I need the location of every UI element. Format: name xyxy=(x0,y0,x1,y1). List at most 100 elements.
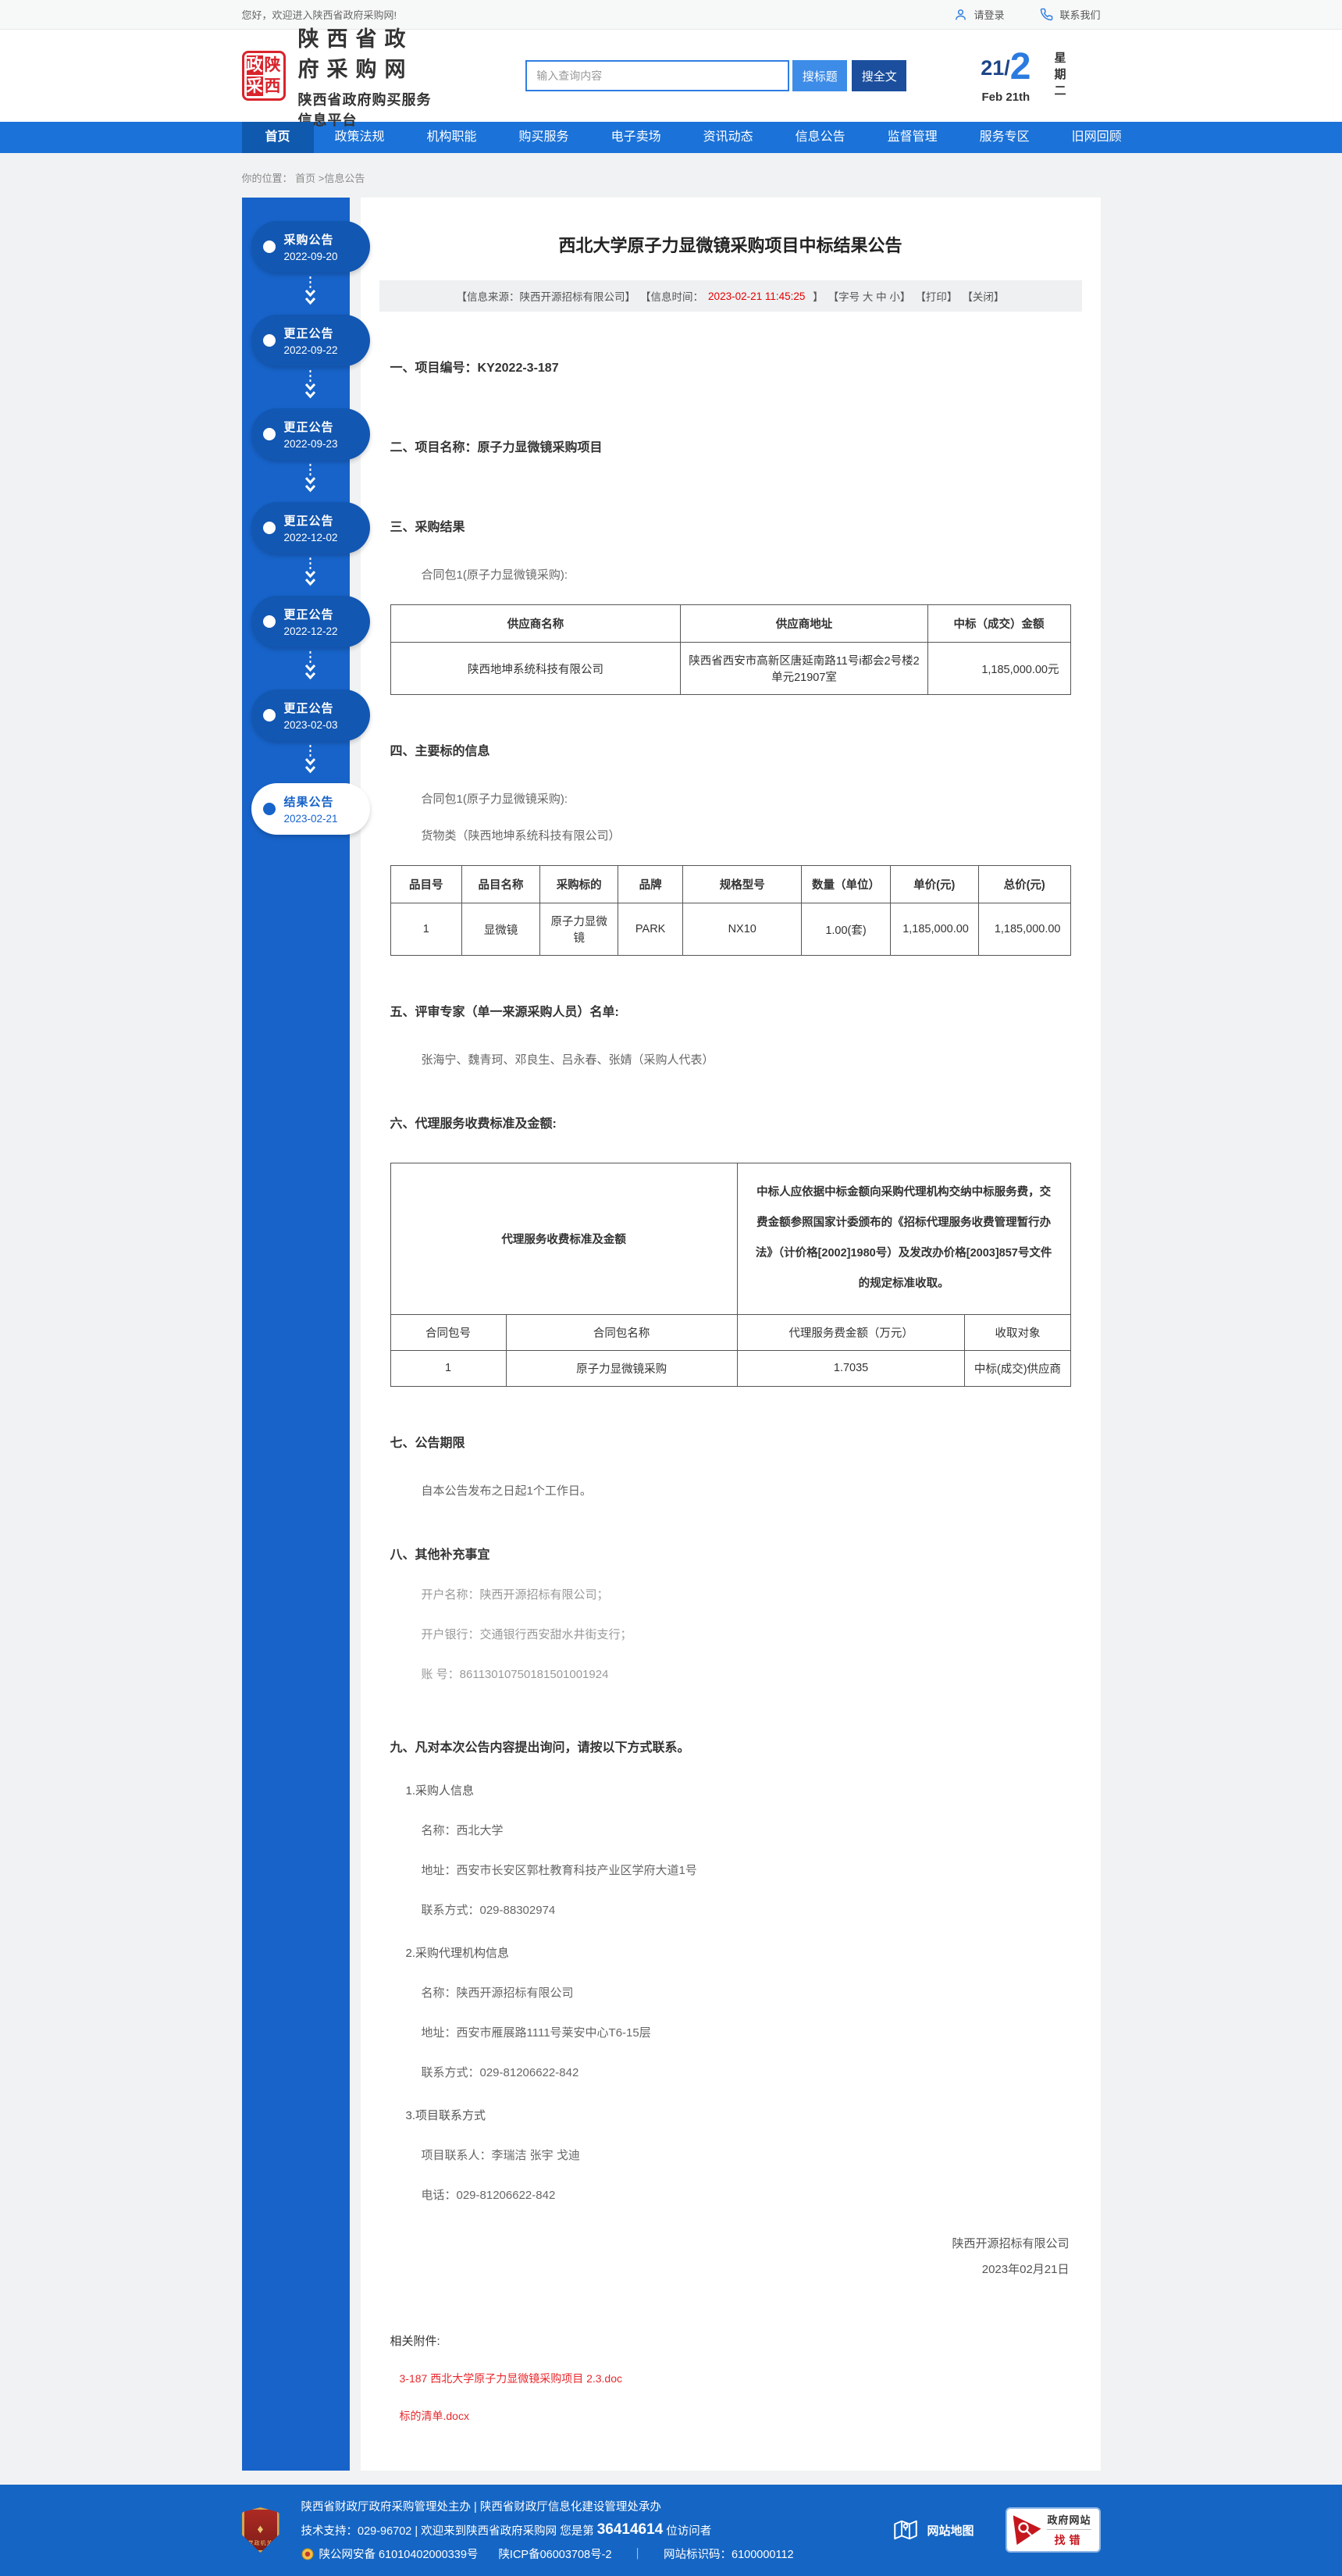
icp-record[interactable]: 陕ICP备06003708号-2 xyxy=(498,2546,611,2562)
nav-item-announcements[interactable]: 信息公告 xyxy=(774,122,867,153)
user-icon xyxy=(954,8,967,21)
timeline-date: 2022-12-22 xyxy=(284,625,370,637)
buyer-phone: 联系方式：029-88302974 xyxy=(390,1901,1071,1918)
contact-link[interactable]: 联系我们 xyxy=(1040,7,1100,22)
government-shield-badge: ♦ 党政机关 xyxy=(242,2507,279,2553)
timeline-item-purchase-notice[interactable]: 采购公告 2022-09-20 xyxy=(251,221,370,273)
bank-account-number: 账 号：86113010750181501001924 xyxy=(390,1666,1071,1682)
find-error-flag-icon xyxy=(1013,2515,1041,2545)
table-header: 合同包号 xyxy=(390,1314,506,1350)
search-title-button[interactable]: 搜标题 xyxy=(792,60,847,91)
login-link[interactable]: 请登录 xyxy=(954,7,1004,22)
table-row: 陕西地坤系统科技有限公司 陕西省西安市高新区唐延南路11号i都会2号楼2单元21… xyxy=(390,643,1070,695)
bank-account-name: 开户名称：陕西开源招标有限公司； xyxy=(390,1586,1071,1602)
agency-info-title: 2.采购代理机构信息 xyxy=(390,1944,1071,1961)
torch-emblem-icon: ♦ xyxy=(257,2524,263,2536)
timeline-label: 更正公告 xyxy=(284,325,370,341)
site-title: 陕西省政府采购网 xyxy=(298,22,440,83)
supplier-address: 陕西省西安市高新区唐延南路11号i都会2号楼2单元21907室 xyxy=(681,643,927,695)
site-header: 政 陕 采 西 陕西省政府采购网 陕西省政府购买服务信息平台 搜标题 搜全文 2… xyxy=(0,30,1342,122)
article-meta-bar: 【信息来源：陕西开源招标有限公司】 【信息时间：2023-02-21 11:45… xyxy=(379,280,1082,312)
nav-item-supervision[interactable]: 监督管理 xyxy=(867,122,959,153)
nav-item-service-zone[interactable]: 服务专区 xyxy=(959,122,1051,153)
nav-item-e-market[interactable]: 电子卖场 xyxy=(590,122,682,153)
section1-heading: 一、项目编号： xyxy=(390,362,478,375)
table-row: 1 显微镜 原子力显微镜 PARK NX10 1.00(套) 1,185,000… xyxy=(390,903,1070,956)
search-zone: 搜标题 搜全文 xyxy=(525,60,906,91)
breadcrumb: 你的位置： 首页 >信息公告 xyxy=(242,153,1101,198)
map-icon xyxy=(894,2518,917,2542)
nav-item-old-site[interactable]: 旧网回顾 xyxy=(1051,122,1143,153)
fee-payer: 中标(成交)供应商 xyxy=(965,1350,1070,1386)
meta-source: 【信息来源：陕西开源招标有限公司】 xyxy=(457,288,636,304)
attachment-docx-link[interactable]: 标的清单.docx xyxy=(400,2408,469,2424)
site-identifier-code: 网站标识码：6100000112 xyxy=(664,2546,794,2562)
logo-char: 政 xyxy=(247,55,263,75)
sitemap-link[interactable]: 网站地图 xyxy=(894,2518,974,2542)
public-security-record[interactable]: 陕公网安备 61010402000339号 xyxy=(319,2546,479,2562)
agency-phone: 联系方式：029-81206622-842 xyxy=(390,2064,1071,2080)
nav-item-policies[interactable]: 政策法规 xyxy=(314,122,406,153)
timeline-dot xyxy=(263,334,276,347)
table-header: 品目号 xyxy=(390,866,461,903)
table-header: 规格型号 xyxy=(683,866,802,903)
notice-period: 自本公告发布之日起1个工作日。 xyxy=(390,1482,1071,1498)
timeline-arrow-icon xyxy=(251,647,370,689)
footer-separator: ｜ xyxy=(632,2546,644,2562)
project-name: 原子力显微镜采购项目 xyxy=(478,441,603,454)
date-month: 2 xyxy=(1010,48,1031,86)
attachment-doc-link[interactable]: 3-187 西北大学原子力显微镜采购项目 2.3.doc xyxy=(400,2371,623,2386)
visitor-count: 36414614 xyxy=(597,2521,664,2539)
footer-organizer-line: 陕西省财政厅政府采购管理处主办 | 陕西省财政厅信息化建设管理处承办 xyxy=(301,2498,794,2514)
nav-item-purchase-service[interactable]: 购买服务 xyxy=(498,122,590,153)
agency-fee-table: 代理服务收费标准及金额 中标人应依据中标金额向采购代理机构交纳中标服务费，交费金… xyxy=(390,1163,1071,1387)
item-name: 显微镜 xyxy=(461,903,539,956)
website-error-report-badge[interactable]: 政府网站 找错 xyxy=(1006,2507,1101,2553)
timeline-item-correction-2[interactable]: 更正公告 2022-09-23 xyxy=(251,408,370,460)
timeline-item-result-notice[interactable]: 结果公告 2023-02-21 xyxy=(251,783,370,835)
meta-close-button[interactable]: 【关闭】 xyxy=(962,288,1004,304)
buyer-address: 地址：西安市长安区郭杜教育科技产业区学府大道1号 xyxy=(390,1862,1071,1878)
timeline-item-correction-4[interactable]: 更正公告 2022-12-22 xyxy=(251,596,370,647)
table-header: 代理服务费金额（万元） xyxy=(737,1314,965,1350)
category-line: 货物类（陕西地坤系统科技有限公司） xyxy=(390,827,1071,843)
timeline-item-correction-1[interactable]: 更正公告 2022-09-22 xyxy=(251,315,370,366)
meta-fontsize-controls[interactable]: 【字号 大 中 小】 xyxy=(828,288,911,304)
timeline-arrow-icon xyxy=(251,460,370,502)
table-header: 收取对象 xyxy=(965,1314,1070,1350)
timeline-dot xyxy=(263,428,276,440)
nav-item-home[interactable]: 首页 xyxy=(242,122,314,153)
timeline-dot xyxy=(263,709,276,721)
project-contact-title: 3.项目联系方式 xyxy=(390,2107,1071,2123)
search-input[interactable] xyxy=(525,60,789,91)
section9-heading: 九、凡对本次公告内容提出询问，请按以下方式联系。 xyxy=(390,1741,690,1755)
site-logo-seal: 政 陕 采 西 xyxy=(242,51,286,101)
welcome-text: 您好，欢迎进入陕西省政府采购网! xyxy=(242,7,397,22)
fee-package-name: 原子力显微镜采购 xyxy=(506,1350,737,1386)
section2-heading: 二、项目名称： xyxy=(390,441,478,454)
search-fulltext-button[interactable]: 搜全文 xyxy=(852,60,906,91)
nav-item-news[interactable]: 资讯动态 xyxy=(682,122,774,153)
bid-items-table: 品目号 品目名称 采购标的 品牌 规格型号 数量（单位） 单价(元) 总价(元)… xyxy=(390,865,1071,956)
weekday-label: 星期二 xyxy=(1052,52,1068,101)
timeline-item-correction-3[interactable]: 更正公告 2022-12-02 xyxy=(251,502,370,554)
table-header: 供应商地址 xyxy=(681,605,927,643)
section5-heading: 五、评审专家（单一来源采购人员）名单: xyxy=(390,1006,619,1019)
timeline-item-correction-5[interactable]: 更正公告 2023-02-03 xyxy=(251,689,370,741)
table-header: 合同包名称 xyxy=(506,1314,737,1350)
buyer-info-title: 1.采购人信息 xyxy=(390,1782,1071,1798)
article-panel: 西北大学原子力显微镜采购项目中标结果公告 【信息来源：陕西开源招标有限公司】 【… xyxy=(361,198,1101,2471)
timeline-arrow-icon xyxy=(251,741,370,783)
timeline-date: 2022-09-23 xyxy=(284,438,370,450)
item-subject: 原子力显微镜 xyxy=(540,903,618,956)
login-label: 请登录 xyxy=(974,7,1004,22)
fee-package-no: 1 xyxy=(390,1350,506,1386)
footer-registration-line: 陕公网安备 61010402000339号 陕ICP备06003708号-2 ｜… xyxy=(301,2546,794,2562)
meta-print-button[interactable]: 【打印】 xyxy=(915,288,957,304)
logo-char: 西 xyxy=(265,77,281,96)
section7-heading: 七、公告期限 xyxy=(390,1437,465,1450)
nav-item-functions[interactable]: 机构职能 xyxy=(406,122,498,153)
breadcrumb-home[interactable]: 首页 xyxy=(295,173,315,184)
table-header: 品目名称 xyxy=(461,866,539,903)
supplier-result-table: 供应商名称 供应商地址 中标（成交）金额 陕西地坤系统科技有限公司 陕西省西安市… xyxy=(390,604,1071,695)
